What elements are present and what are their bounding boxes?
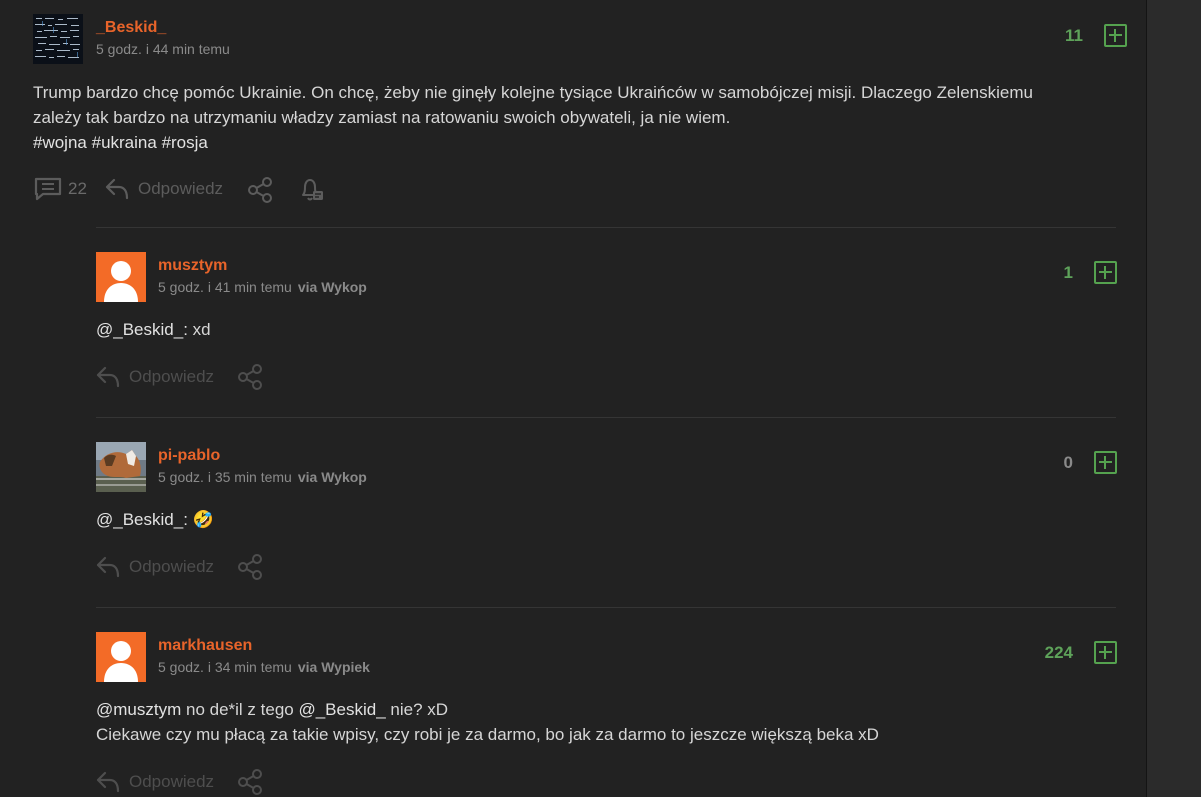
comment-text: 🤣	[187, 510, 214, 529]
comment-author-name[interactable]: musztym	[158, 257, 227, 275]
reply-icon	[105, 178, 129, 200]
page: _Beskid_ 5 godz. i 44 min temu 11 Trump …	[0, 0, 1201, 797]
comment-author-name[interactable]: markhausen	[158, 637, 252, 655]
comment-upvote-button[interactable]	[1094, 261, 1117, 284]
comment-share-button[interactable]	[237, 554, 264, 580]
post-body-line-2: zależy tak bardzo na utrzymaniu władzy z…	[33, 108, 731, 127]
mention-link[interactable]: @_Beskid_:	[96, 320, 188, 339]
comment-author-avatar[interactable]	[96, 252, 146, 302]
post-author-name[interactable]: _Beskid_	[96, 19, 166, 37]
comment-meta: 5 godz. i 34 min temu via Wypiek	[158, 659, 370, 675]
comments-count-button[interactable]: 22	[33, 176, 87, 202]
divider	[96, 607, 1116, 608]
comments-icon	[34, 177, 62, 201]
comment-via: via Wykop	[297, 469, 367, 485]
share-icon	[238, 554, 262, 580]
post-share-button[interactable]	[247, 177, 274, 203]
comment-line-1: @musztym no de*il z tego @_Beskid_ nie? …	[96, 697, 1116, 722]
post-reply-label: Odpowiedz	[138, 179, 224, 198]
divider	[96, 227, 1116, 228]
share-icon	[238, 769, 262, 795]
comment-body: @_Beskid_: 🤣	[96, 507, 214, 532]
bell-icon	[302, 179, 323, 201]
post-tags: #wojna #ukraina #rosja	[33, 130, 1133, 155]
comment-reply-button[interactable]: Odpowiedz	[95, 769, 214, 795]
comment-upvote-button[interactable]	[1094, 451, 1117, 474]
comment-timestamp[interactable]: 5 godz. i 34 min temu	[158, 659, 292, 675]
mention-link[interactable]: @_Beskid_	[298, 700, 385, 719]
divider	[96, 417, 1116, 418]
post-author-avatar[interactable]	[33, 14, 83, 64]
default-avatar-icon	[96, 252, 146, 302]
comment-body: @_Beskid_: xd	[96, 317, 211, 342]
reply-icon	[96, 556, 120, 578]
share-icon	[238, 364, 262, 390]
comment-upvote-button[interactable]	[1094, 641, 1117, 664]
default-avatar-icon	[96, 632, 146, 682]
tag-link[interactable]: #wojna	[33, 133, 87, 152]
comment-share-button[interactable]	[237, 364, 264, 390]
reply-icon	[96, 771, 120, 793]
comment-text: nie? xD	[385, 700, 449, 719]
tag-link[interactable]: #rosja	[162, 133, 208, 152]
comment-author-name[interactable]: pi-pablo	[158, 447, 220, 465]
post-body-line-1: Trump bardzo chcę pomóc Ukrainie. On chc…	[33, 83, 1033, 102]
post-timestamp[interactable]: 5 godz. i 44 min temu	[96, 41, 230, 57]
comment-vote-count: 224	[1044, 643, 1073, 662]
comment-reply-label: Odpowiedz	[129, 557, 215, 576]
comment-vote-count: 0	[1063, 453, 1073, 472]
comment-vote-count: 1	[1063, 263, 1073, 282]
comment-body: @musztym no de*il z tego @_Beskid_ nie? …	[96, 697, 1116, 747]
horse-photo-icon	[96, 442, 146, 492]
comment-line-2: Ciekawe czy mu płacą za takie wpisy, czy…	[96, 725, 879, 744]
comment-author-avatar[interactable]	[96, 442, 146, 492]
comment-via: via Wypiek	[297, 659, 370, 675]
tag-link[interactable]: #ukraina	[92, 133, 157, 152]
post-upvote-button[interactable]	[1104, 24, 1127, 47]
reply-icon	[96, 366, 120, 388]
post-body: Trump bardzo chcę pomóc Ukrainie. On chc…	[33, 80, 1133, 155]
comment-text: no de*il z tego	[181, 700, 299, 719]
share-icon	[248, 177, 272, 203]
comment-share-button[interactable]	[237, 769, 264, 795]
mention-link[interactable]: @musztym	[96, 700, 181, 719]
comment-reply-label: Odpowiedz	[129, 772, 215, 791]
post-reply-button[interactable]: Odpowiedz	[104, 176, 223, 202]
comment-reply-label: Odpowiedz	[129, 367, 215, 386]
comments-count: 22	[68, 179, 87, 198]
post-notify-button[interactable]	[298, 177, 326, 203]
comment-author-avatar[interactable]	[96, 632, 146, 682]
comment-timestamp[interactable]: 5 godz. i 35 min temu	[158, 469, 292, 485]
page-background-strip	[1147, 0, 1201, 797]
post-vote-count: 11	[1065, 26, 1083, 45]
comment-via: via Wykop	[297, 279, 367, 295]
comment-reply-button[interactable]: Odpowiedz	[95, 364, 214, 390]
avatar-image-icon	[33, 14, 83, 64]
entry-panel: _Beskid_ 5 godz. i 44 min temu 11 Trump …	[0, 0, 1147, 797]
comment-reply-button[interactable]: Odpowiedz	[95, 554, 214, 580]
comment-meta: 5 godz. i 41 min temu via Wykop	[158, 279, 367, 295]
comment-meta: 5 godz. i 35 min temu via Wykop	[158, 469, 367, 485]
comment-text: xd	[187, 320, 211, 339]
mention-link[interactable]: @_Beskid_:	[96, 510, 188, 529]
comment-timestamp[interactable]: 5 godz. i 41 min temu	[158, 279, 292, 295]
